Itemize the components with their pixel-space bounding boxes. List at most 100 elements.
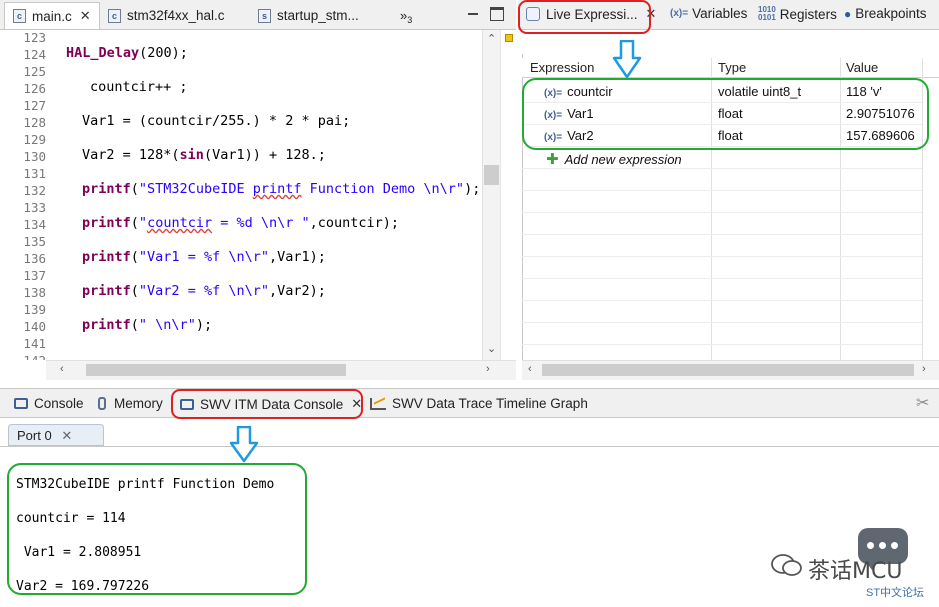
tab-label: Registers (779, 6, 837, 22)
code-line: printf("countcir = %d \n\r ",countcir); (82, 215, 400, 231)
tab-label: main.c (32, 8, 72, 24)
column-header-expression[interactable]: Expression (530, 60, 594, 75)
memory-icon (98, 397, 106, 410)
c-file-icon: c (13, 9, 26, 23)
code-line: Var1 = (countcir/255.) * 2 * pai; (82, 113, 351, 129)
line-number: 137 (23, 268, 46, 283)
tab-main-c[interactable]: c main.c ✕ (4, 2, 100, 29)
code-line: printf("Var1 = %f \n\r",Var1); (82, 249, 326, 265)
tab-memory[interactable]: Memory (98, 396, 163, 411)
code-line: Var2 = 128*(sin(Var1)) + 128.; (82, 147, 326, 163)
tab-swv-data-trace-timeline-graph[interactable]: SWV Data Trace Timeline Graph (370, 396, 588, 411)
tab-console[interactable]: Console (14, 396, 84, 411)
expressions-horizontal-scrollbar[interactable]: ‹ › (522, 360, 939, 380)
line-number: 141 (23, 336, 46, 351)
highlight-live-expressions-tab (518, 0, 651, 34)
console-icon (14, 398, 28, 409)
chevron-right-icon[interactable]: › (922, 363, 926, 375)
down-arrow-icon (612, 40, 642, 79)
add-new-expression-label: Add new expression (564, 152, 682, 167)
maximize-icon[interactable] (490, 7, 504, 21)
line-number: 140 (23, 319, 46, 334)
bottom-tab-bar: Console Memory SWV ITM Data Console ✕ SW… (0, 388, 939, 418)
code-line: countcir++ ; (90, 79, 188, 95)
tab-label: Breakpoints (855, 6, 927, 21)
line-number: 142 (0, 353, 46, 360)
row-divider (522, 344, 922, 345)
wechat-logo-icon (771, 554, 802, 576)
row-divider (522, 322, 922, 323)
overview-ruler (500, 30, 516, 360)
code-editor[interactable]: 123 124 125 126 127 128 129 130 131 132 … (0, 30, 482, 360)
tab-label: Console (34, 396, 84, 411)
overflow-count: 3 (407, 14, 413, 25)
line-number: 139 (23, 302, 46, 317)
tab-port-0[interactable]: Port 0 ✕ (8, 424, 104, 446)
close-icon[interactable]: ✕ (80, 8, 91, 24)
breakpoint-icon: ● (844, 6, 852, 21)
editor-vertical-scrollbar[interactable]: ⌃ ⌄ (482, 30, 500, 360)
down-arrow-icon (229, 426, 259, 463)
tab-registers[interactable]: 1010 0101 Registers (758, 6, 837, 22)
watermark-brand: 茶话MCU (808, 559, 903, 584)
tab-startup-stm[interactable]: s startup_stm... (250, 2, 380, 29)
line-number: 128 (23, 115, 46, 130)
close-icon[interactable]: ✕ (61, 428, 72, 443)
line-number: 123 (23, 30, 46, 45)
column-header-value[interactable]: Value (846, 60, 878, 75)
highlight-expression-rows (522, 78, 929, 150)
column-header-type[interactable]: Type (718, 60, 746, 75)
tab-label: Port 0 (17, 428, 52, 443)
line-number: 135 (23, 234, 46, 249)
chevron-double-right-icon: » (400, 8, 408, 23)
asm-file-icon: s (258, 8, 271, 23)
chevron-up-icon[interactable]: ⌃ (487, 32, 496, 45)
scrollbar-thumb[interactable] (484, 165, 499, 185)
tab-label: Variables (692, 6, 748, 21)
tools-icon[interactable]: ✂ (916, 393, 929, 413)
variable-icon: (x)= (670, 8, 689, 19)
line-number: 136 (23, 251, 46, 266)
editor-horizontal-scrollbar[interactable]: ‹ › (46, 360, 516, 380)
chevron-right-icon[interactable]: › (486, 363, 490, 375)
chevron-left-icon[interactable]: ‹ (528, 363, 532, 375)
warning-marker-icon[interactable] (505, 34, 513, 42)
tab-breakpoints[interactable]: ● Breakpoints (844, 6, 927, 21)
line-number: 132 (23, 183, 46, 198)
line-number: 125 (23, 64, 46, 79)
row-divider (522, 212, 922, 213)
line-number: 131 (23, 166, 46, 181)
row-divider (522, 234, 922, 235)
scrollbar-thumb[interactable] (86, 364, 346, 376)
tab-overflow-menu[interactable]: » 3 (392, 2, 422, 29)
tab-label: stm32f4xx_hal.c (127, 8, 225, 23)
graph-icon (370, 397, 386, 410)
add-new-expression-row[interactable]: ✚ Add new expression (546, 150, 682, 168)
line-number: 129 (23, 132, 46, 147)
row-divider (522, 256, 922, 257)
line-number: 126 (23, 81, 46, 96)
chevron-down-icon[interactable]: ⌄ (487, 342, 496, 355)
line-number: 133 (23, 200, 46, 215)
highlight-swv-itm-tab (171, 389, 363, 419)
line-number: 124 (23, 47, 46, 62)
line-number: 134 (23, 217, 46, 232)
scrollbar-thumb[interactable] (542, 364, 914, 376)
minimize-icon[interactable] (466, 7, 480, 21)
row-divider (522, 300, 922, 301)
tab-stm32f4xx-hal-c[interactable]: c stm32f4xx_hal.c (100, 2, 248, 29)
c-file-icon: c (108, 8, 121, 23)
code-line: printf("Var2 = %f \n\r",Var2); (82, 283, 326, 299)
code-line: HAL_Delay(200); (66, 45, 188, 61)
chevron-left-icon[interactable]: ‹ (60, 363, 64, 375)
tab-label: SWV Data Trace Timeline Graph (392, 396, 588, 411)
line-number: 130 (23, 149, 46, 164)
highlight-console-output (7, 463, 307, 595)
code-line: printf("STM32CubeIDE printf Function Dem… (82, 181, 481, 197)
tab-label: startup_stm... (277, 8, 359, 23)
row-divider (522, 190, 922, 191)
tab-label: Memory (114, 396, 163, 411)
tab-variables[interactable]: (x)= Variables (670, 6, 747, 21)
line-number: 127 (23, 98, 46, 113)
editor-tab-bar: c main.c ✕ c stm32f4xx_hal.c s startup_s… (0, 0, 516, 30)
